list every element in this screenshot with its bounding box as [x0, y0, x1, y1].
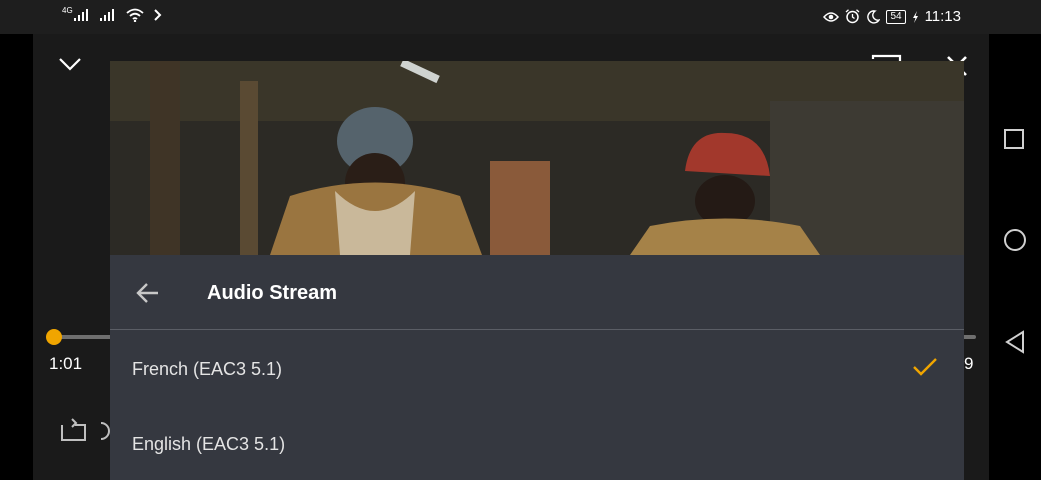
option-label: English (EAC3 5.1): [132, 434, 286, 454]
eye-icon: [823, 11, 840, 22]
audio-stream-panel: Audio Stream French (EAC3 5.1) English (…: [110, 255, 964, 480]
signal-icon: [99, 9, 114, 21]
recents-square-icon[interactable]: [1003, 128, 1025, 150]
audio-option-french[interactable]: French (EAC3 5.1): [110, 331, 964, 406]
option-label: French (EAC3 5.1): [132, 359, 283, 379]
check-icon: [913, 358, 937, 376]
status-right: 54 11:13: [823, 8, 961, 25]
divider: [110, 329, 964, 330]
audio-option-english[interactable]: English (EAC3 5.1): [110, 406, 964, 480]
alarm-icon: [846, 9, 860, 24]
status-bar: 4G 54 11:13: [0, 0, 1041, 34]
clock: 11:13: [924, 8, 961, 25]
moon-icon: [867, 9, 881, 24]
progress-thumb[interactable]: [46, 329, 62, 345]
status-left: 4G: [62, 6, 162, 22]
back-triangle-icon[interactable]: [1005, 330, 1025, 354]
battery-icon: 54: [886, 9, 906, 24]
skip-partial-icon[interactable]: [100, 420, 110, 442]
network-type: 4G: [62, 6, 73, 15]
current-time: 1:01: [49, 354, 83, 373]
end-time: 9: [964, 354, 974, 373]
panel-header: Audio Stream: [110, 255, 964, 330]
repeat-icon[interactable]: [58, 417, 88, 443]
back-arrow-icon[interactable]: [134, 279, 162, 307]
panel-title: Audio Stream: [207, 282, 338, 304]
home-circle-icon[interactable]: [1003, 228, 1027, 252]
signal-icon: [73, 9, 88, 21]
chevron-down-icon[interactable]: [58, 56, 82, 72]
charging-icon: [912, 10, 918, 23]
video-frame[interactable]: [110, 61, 964, 255]
chevron-right-icon: [153, 9, 162, 21]
wifi-icon: [126, 8, 144, 22]
video-scene: [110, 61, 964, 255]
system-nav-bar: [989, 34, 1041, 480]
